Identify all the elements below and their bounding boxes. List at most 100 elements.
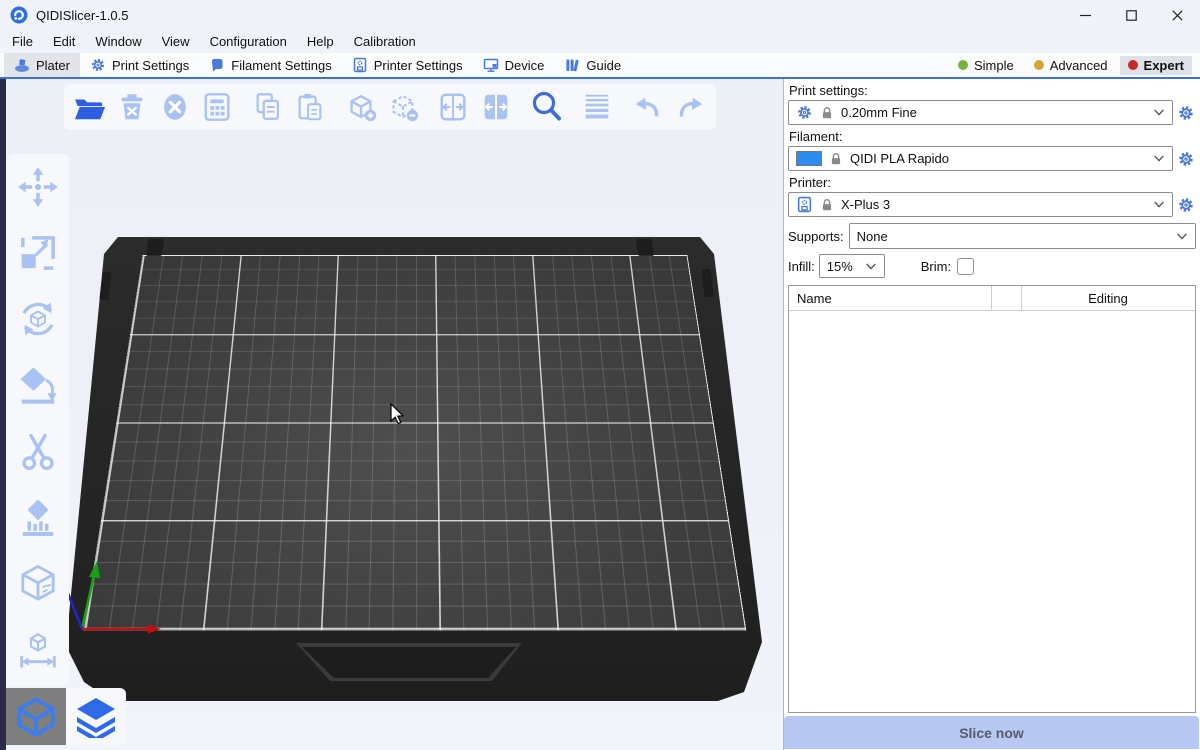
slice-now-button[interactable]: Slice now <box>784 716 1199 749</box>
place-on-face-icon <box>17 364 59 406</box>
app-window: QIDISlicer-1.0.5 File Edit Window View C… <box>0 0 1200 750</box>
search-button[interactable] <box>529 90 565 124</box>
remove-instance-icon <box>386 90 420 124</box>
rotate-icon <box>17 298 59 340</box>
filament-combo[interactable]: QIDI PLA Rapido <box>788 146 1173 171</box>
infill-label: Infill: <box>788 259 815 274</box>
menu-window[interactable]: Window <box>85 30 151 53</box>
paint-supports-tool-button[interactable] <box>16 496 60 540</box>
tab-label: Printer Settings <box>374 58 463 73</box>
arrange-button[interactable] <box>199 90 234 124</box>
infill-combo[interactable]: 15% <box>819 254 885 278</box>
supports-combo[interactable]: None <box>849 223 1196 249</box>
close-button[interactable] <box>1154 0 1200 30</box>
open-button[interactable] <box>72 90 107 124</box>
menu-configuration[interactable]: Configuration <box>200 30 297 53</box>
paste-button[interactable] <box>292 90 327 124</box>
mode-advanced[interactable]: Advanced <box>1026 56 1116 75</box>
mode-label: Expert <box>1144 58 1184 73</box>
paint-supports-icon <box>17 497 59 539</box>
maximize-button[interactable] <box>1108 0 1154 30</box>
expert-dot-icon <box>1128 60 1138 70</box>
variable-layer-height-button[interactable] <box>580 90 615 124</box>
mode-label: Simple <box>974 58 1014 73</box>
search-icon <box>529 89 565 125</box>
tab-print-settings[interactable]: Print Settings <box>80 53 199 77</box>
open-folder-icon <box>73 92 107 122</box>
add-instance-button[interactable] <box>343 90 378 124</box>
tab-guide[interactable]: Guide <box>554 53 631 77</box>
tab-filament-settings[interactable]: Filament Settings <box>199 53 341 77</box>
printer-combo[interactable]: X-Plus 3 <box>788 192 1173 217</box>
window-controls <box>1062 0 1200 30</box>
undo-button[interactable] <box>630 90 665 124</box>
menu-view[interactable]: View <box>152 30 200 53</box>
viewport-edge <box>0 79 6 750</box>
print-settings-combo[interactable]: 0.20mm Fine <box>788 100 1173 125</box>
copy-button[interactable] <box>250 90 285 124</box>
title-bar: QIDISlicer-1.0.5 <box>0 0 1200 30</box>
main-area: Print settings: 0.20mm Fine Filament: QI… <box>0 79 1200 750</box>
brim-label: Brim: <box>921 259 951 274</box>
place-on-face-tool-button[interactable] <box>16 363 60 407</box>
redo-icon <box>674 91 706 123</box>
printer-value: X-Plus 3 <box>841 197 890 212</box>
scene-toolbar <box>64 84 716 130</box>
object-list[interactable]: Name Editing <box>788 285 1196 713</box>
settings-sidebar: Print settings: 0.20mm Fine Filament: QI… <box>783 79 1200 750</box>
measure-icon <box>17 629 59 671</box>
brim-checkbox[interactable] <box>957 258 974 275</box>
filament-value: QIDI PLA Rapido <box>850 151 949 166</box>
delete-all-icon <box>159 91 191 123</box>
gear-icon <box>1177 196 1195 214</box>
tab-label: Filament Settings <box>231 58 331 73</box>
supports-value: None <box>857 229 888 244</box>
redo-button[interactable] <box>673 90 708 124</box>
chevron-down-icon <box>1176 232 1188 241</box>
split-to-objects-button[interactable] <box>436 90 471 124</box>
lock-icon <box>820 198 834 212</box>
3d-viewport[interactable] <box>0 79 783 750</box>
cut-tool-button[interactable] <box>16 430 60 474</box>
window-title: QIDISlicer-1.0.5 <box>36 8 128 23</box>
move-tool-button[interactable] <box>16 165 60 209</box>
print-settings-label: Print settings: <box>789 83 1196 98</box>
rotate-tool-button[interactable] <box>16 297 60 341</box>
cut-scissors-icon <box>17 431 59 473</box>
menu-help[interactable]: Help <box>297 30 344 53</box>
preview-view-button[interactable] <box>66 688 126 745</box>
scale-tool-button[interactable] <box>16 231 60 275</box>
undo-icon <box>632 91 664 123</box>
simple-dot-icon <box>958 60 968 70</box>
tab-device[interactable]: Device <box>473 53 555 77</box>
printer-gear-button[interactable] <box>1176 196 1196 214</box>
menu-edit[interactable]: Edit <box>43 30 85 53</box>
mode-simple[interactable]: Simple <box>950 56 1022 75</box>
measure-tool-button[interactable] <box>16 628 60 672</box>
minimize-button[interactable] <box>1062 0 1108 30</box>
paste-icon <box>294 91 326 123</box>
tab-printer-settings[interactable]: Printer Settings <box>342 53 473 77</box>
tab-plater[interactable]: Plater <box>4 53 80 77</box>
3d-editor-view-button[interactable] <box>6 688 66 745</box>
print-settings-gear-button[interactable] <box>1176 104 1196 122</box>
mode-switcher: Simple Advanced Expert <box>950 53 1200 77</box>
move-icon <box>17 166 59 208</box>
filament-gear-button[interactable] <box>1176 150 1196 168</box>
seam-tool-button[interactable] <box>16 562 60 606</box>
bed-clip <box>636 239 654 256</box>
mode-expert[interactable]: Expert <box>1120 56 1192 75</box>
object-manipulation-toolbar <box>7 154 69 686</box>
menu-file[interactable]: File <box>2 30 43 53</box>
delete-all-button[interactable] <box>157 90 192 124</box>
split-to-parts-icon <box>480 91 512 123</box>
delete-button[interactable] <box>114 90 149 124</box>
3d-editor-cube-icon <box>15 696 57 738</box>
remove-instance-button[interactable] <box>385 90 420 124</box>
menu-calibration[interactable]: Calibration <box>344 30 426 53</box>
arrange-icon <box>201 91 233 123</box>
view-mode-toolbar <box>6 688 126 745</box>
tab-label: Device <box>505 58 545 73</box>
split-to-parts-button[interactable] <box>478 90 513 124</box>
scale-icon <box>17 232 59 274</box>
